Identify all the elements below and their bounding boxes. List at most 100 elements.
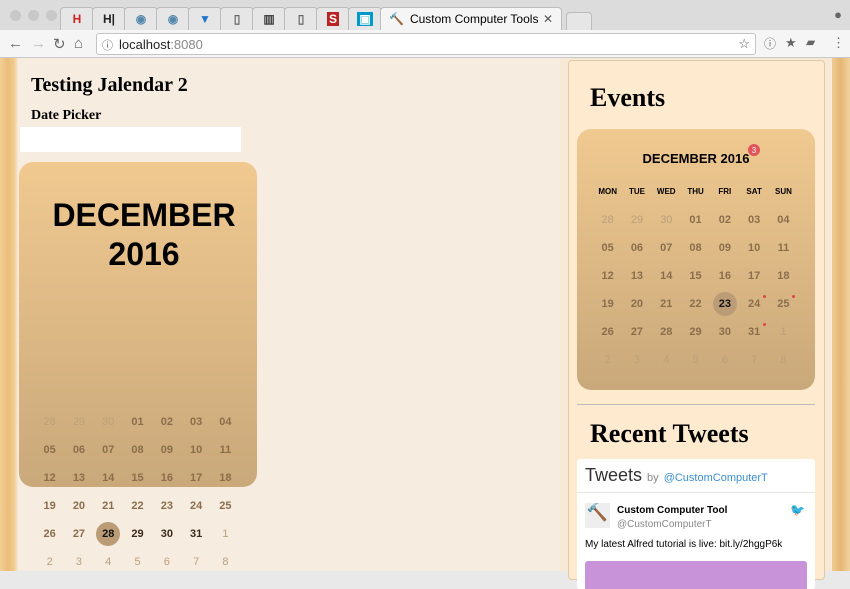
- info-icon[interactable]: ⓘ: [102, 37, 113, 53]
- calendar-day[interactable]: 03: [181, 408, 210, 436]
- tweet-author-handle[interactable]: @CustomComputerT: [617, 519, 712, 530]
- calendar-day[interactable]: 04: [211, 408, 240, 436]
- calendar-day[interactable]: 25: [211, 492, 240, 520]
- calendar-day[interactable]: 05: [593, 234, 622, 262]
- calendar-day[interactable]: 25: [769, 290, 798, 318]
- forward-icon[interactable]: →: [31, 35, 46, 52]
- calendar-day[interactable]: 6: [710, 346, 739, 374]
- calendar-day[interactable]: 13: [622, 262, 651, 290]
- calendar-day[interactable]: 24: [181, 492, 210, 520]
- calendar-day[interactable]: 5: [681, 346, 710, 374]
- calendar-day[interactable]: 23: [710, 290, 739, 318]
- tab-6[interactable]: ▥: [252, 7, 286, 30]
- calendar-day[interactable]: 16: [710, 262, 739, 290]
- calendar-day[interactable]: 29: [622, 206, 651, 234]
- calendar-day[interactable]: 20: [622, 290, 651, 318]
- tab-8[interactable]: S: [316, 7, 350, 30]
- tab-0[interactable]: H: [60, 7, 94, 30]
- reload-icon[interactable]: ↻: [53, 35, 66, 53]
- calendar-day[interactable]: 21: [652, 290, 681, 318]
- calendar-day[interactable]: 02: [710, 206, 739, 234]
- tab-active[interactable]: 🔨 Custom Computer Tools ✕: [380, 7, 562, 30]
- calendar-day[interactable]: 12: [35, 464, 64, 492]
- bookmark-star-icon[interactable]: ☆: [738, 36, 750, 52]
- calendar-day[interactable]: 07: [652, 234, 681, 262]
- calendar-day[interactable]: 6: [152, 548, 181, 576]
- calendar-day[interactable]: 3: [64, 548, 93, 576]
- calendar-day[interactable]: 26: [593, 318, 622, 346]
- calendar-day[interactable]: 31: [739, 318, 768, 346]
- extension-icon[interactable]: ▰: [806, 35, 815, 49]
- extension-icon[interactable]: ⓘ: [764, 35, 776, 52]
- calendar-day[interactable]: 5: [123, 548, 152, 576]
- calendar-day[interactable]: 27: [622, 318, 651, 346]
- calendar-day[interactable]: 16: [152, 464, 181, 492]
- calendar-day[interactable]: 17: [739, 262, 768, 290]
- calendar-day[interactable]: 7: [739, 346, 768, 374]
- calendar-day[interactable]: 12: [593, 262, 622, 290]
- calendar-day[interactable]: 21: [94, 492, 123, 520]
- calendar-day[interactable]: 28: [35, 408, 64, 436]
- url-input[interactable]: ⓘ localhost:8080 ☆: [96, 33, 756, 55]
- window-controls[interactable]: [10, 10, 57, 21]
- calendar-day[interactable]: 26: [35, 520, 64, 548]
- calendar-day[interactable]: 06: [622, 234, 651, 262]
- calendar-day[interactable]: 30: [652, 206, 681, 234]
- calendar-day[interactable]: 08: [123, 436, 152, 464]
- calendar-day[interactable]: 28: [593, 206, 622, 234]
- handle-link[interactable]: @CustomComputerT: [664, 472, 768, 484]
- calendar-day[interactable]: 30: [94, 408, 123, 436]
- calendar-day[interactable]: 28: [652, 318, 681, 346]
- home-icon[interactable]: ⌂: [74, 35, 83, 52]
- calendar-day[interactable]: 17: [181, 464, 210, 492]
- calendar-day[interactable]: 2: [35, 548, 64, 576]
- calendar-day[interactable]: 22: [123, 492, 152, 520]
- calendar-day[interactable]: 8: [211, 548, 240, 576]
- calendar-day[interactable]: 09: [710, 234, 739, 262]
- calendar-day[interactable]: 19: [35, 492, 64, 520]
- calendar-day[interactable]: 01: [681, 206, 710, 234]
- calendar-day[interactable]: 23: [152, 492, 181, 520]
- calendar-day[interactable]: 2: [593, 346, 622, 374]
- calendar-day[interactable]: 01: [123, 408, 152, 436]
- calendar-day[interactable]: 8: [769, 346, 798, 374]
- calendar-day[interactable]: 22: [681, 290, 710, 318]
- calendar-day[interactable]: 30: [152, 520, 181, 548]
- back-icon[interactable]: ←: [8, 35, 23, 52]
- extension-star-icon[interactable]: ★: [785, 35, 797, 51]
- date-picker-input[interactable]: [20, 127, 241, 152]
- tab-5[interactable]: ▯: [220, 7, 254, 30]
- close-tab-icon[interactable]: ✕: [543, 12, 553, 26]
- calendar-day[interactable]: 7: [181, 548, 210, 576]
- calendar-day[interactable]: 15: [123, 464, 152, 492]
- avatar[interactable]: 🔨: [585, 503, 610, 528]
- calendar-day[interactable]: 4: [94, 548, 123, 576]
- tab-3[interactable]: ◉: [156, 7, 190, 30]
- calendar-day[interactable]: 11: [211, 436, 240, 464]
- calendar-day[interactable]: 13: [64, 464, 93, 492]
- calendar-day[interactable]: 11: [769, 234, 798, 262]
- calendar-day[interactable]: 29: [123, 520, 152, 548]
- calendar-day[interactable]: 31: [181, 520, 210, 548]
- calendar-day[interactable]: 29: [64, 408, 93, 436]
- calendar-day[interactable]: 07: [94, 436, 123, 464]
- new-tab-button[interactable]: [566, 12, 592, 30]
- calendar-day[interactable]: 24: [739, 290, 768, 318]
- calendar-day[interactable]: 29: [681, 318, 710, 346]
- menu-icon[interactable]: ⋮: [832, 35, 845, 51]
- calendar-day[interactable]: 03: [739, 206, 768, 234]
- calendar-day[interactable]: 3: [622, 346, 651, 374]
- calendar-day[interactable]: 06: [64, 436, 93, 464]
- calendar-day[interactable]: 1: [211, 520, 240, 548]
- twitter-bird-icon[interactable]: 🐦: [790, 503, 805, 517]
- calendar-day[interactable]: 27: [64, 520, 93, 548]
- profile-icon[interactable]: ●: [834, 7, 842, 22]
- calendar-day[interactable]: 04: [769, 206, 798, 234]
- tab-7[interactable]: ▯: [284, 7, 318, 30]
- calendar-day[interactable]: 28: [94, 520, 123, 548]
- tab-1[interactable]: H|: [92, 7, 126, 30]
- tweet-author-name[interactable]: Custom Computer Tool: [617, 505, 727, 516]
- calendar-day[interactable]: 10: [739, 234, 768, 262]
- calendar-day[interactable]: 02: [152, 408, 181, 436]
- calendar-day[interactable]: 1: [769, 318, 798, 346]
